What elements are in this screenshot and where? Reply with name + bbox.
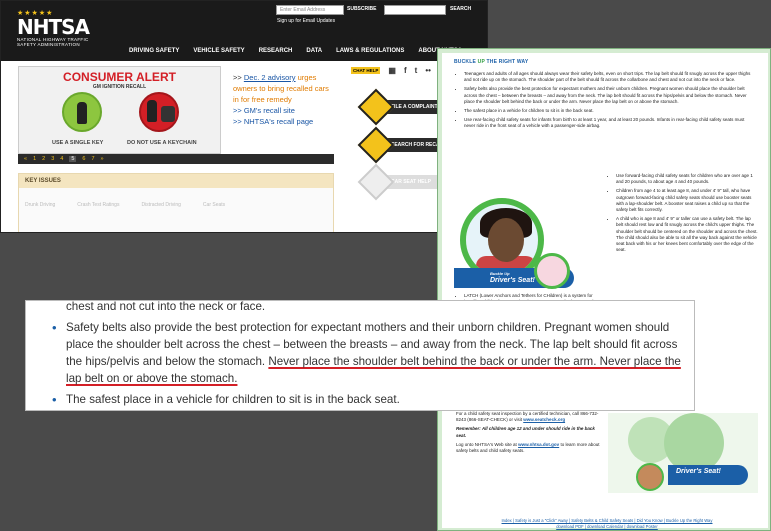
next-line-text: The safest place in a vehicle for childr… [66,393,400,406]
list-item: A child who is age 8 and 4' 9" or taller… [616,216,758,253]
key-issues-tabs: Drunk Driving Crash Test Ratings Distrac… [19,188,333,222]
keychain-label: DO NOT USE A KEYCHAIN [127,140,197,146]
pager-2[interactable]: 2 [42,156,45,162]
small-child-photo [534,253,570,289]
nav-research[interactable]: RESEARCH [259,48,293,54]
next-line: • The safest place in a vehicle for chil… [52,391,694,408]
tab-crash-test-ratings[interactable]: Crash Test Ratings [77,202,119,208]
search-button[interactable]: SEARCH [450,6,471,12]
banner-small: Buckle Up [490,271,510,276]
website-text: Log onto NHTSA's Web site at [456,441,517,447]
consumer-alert-subtitle: GM IGNITION RECALL [92,84,147,90]
advisory-line: >> Dec. 2 advisory urges owners to bring… [233,72,333,105]
list-item: Children from age 4 to at least age 8, a… [616,188,758,213]
title-buckle: BUCKLE [454,59,477,65]
twitter-icon[interactable]: t [415,66,418,75]
buckle-up-document-panel: BUCKLE UP THE RIGHT WAY Teenagers and ad… [437,48,771,531]
car-icon [357,88,395,126]
logo-name: NHTSA [17,15,90,39]
gm-recall-link[interactable]: >> GM's recall site [233,105,333,116]
single-key-label: USE A SINGLE KEY [52,140,104,146]
keychain-icon [139,92,179,132]
nhtsa-website-panel: ★★★★★ NHTSA NATIONAL HIGHWAY TRAFFIC SAF… [0,0,488,233]
tab-car-seats[interactable]: Car Seats [203,202,225,208]
main-nav: DRIVING SAFETY VEHICLE SAFETY RESEARCH D… [129,48,462,54]
banner-text: Buckle Up Driver's Seat! [490,270,535,284]
subscribe-button[interactable]: SUBSCRIBE [347,6,376,12]
key-issues-panel: KEY ISSUES Drunk Driving Crash Test Rati… [18,173,334,232]
tab-distracted-driving[interactable]: Distracted Driving [141,202,180,208]
list-item: Teenagers and adults of all ages should … [464,71,756,83]
car-icon [357,126,395,164]
search-input[interactable] [384,5,446,15]
list-item: The safest place in a vehicle for childr… [464,108,756,114]
document-title: BUCKLE UP THE RIGHT WAY [454,59,528,65]
nhtsa-logo[interactable]: ★★★★★ NHTSA NATIONAL HIGHWAY TRAFFIC SAF… [17,9,90,47]
right-bullet-list: Use forward-facing child safety seats fo… [608,173,758,256]
pager-1[interactable]: 1 [33,156,36,162]
consumer-alert-banner[interactable]: CONSUMER ALERT GM IGNITION RECALL USE A … [18,66,221,154]
pager-prev[interactable]: « [24,156,27,162]
list-item: Safety belts also provide the best prote… [464,86,756,105]
zoomed-excerpt-panel: chest and not cut into the neck or face.… [25,300,695,411]
pager-7[interactable]: 7 [91,156,94,162]
list-item: Use rear-facing child safety seats for i… [464,117,756,129]
tab-drunk-driving[interactable]: Drunk Driving [25,202,55,208]
pager-6[interactable]: 6 [82,156,85,162]
facebook-icon[interactable]: f [404,66,407,75]
nav-laws-regulations[interactable]: LAWS & REGULATIONS [336,48,404,54]
nhtsa-recall-link[interactable]: >> NHTSA's recall page [233,116,333,127]
pager-4[interactable]: 4 [60,156,63,162]
site-header: ★★★★★ NHTSA NATIONAL HIGHWAY TRAFFIC SAF… [1,1,487,61]
advisory-link[interactable]: Dec. 2 advisory [244,73,296,82]
nav-driving-safety[interactable]: DRIVING SAFETY [129,48,179,54]
seatcheck-link[interactable]: www.seatcheck.org [523,417,565,422]
list-item: Use forward-facing child safety seats fo… [616,173,758,185]
lower-banner-text: Driver's Seat! [668,465,748,485]
document-footer-links: Index | Safety is Just a "Click" Away | … [452,518,762,530]
single-key-icon [62,92,102,132]
bullet-icon: • [52,392,57,407]
lower-bullet-list: For a child safety seat inspection by a … [456,411,606,457]
zoomed-text: chest and not cut into the neck or face.… [52,300,694,408]
title-up: UP [477,59,485,65]
nhtsa-link[interactable]: www.nhtsa.dot.gov [518,442,559,447]
previous-line: chest and not cut into the neck or face. [66,300,266,313]
signup-link[interactable]: Sign up for Email Updates [277,18,335,24]
pregnant-women-bullet: • Safety belts also provide the best pro… [52,319,694,387]
email-input[interactable]: Enter Email Address [276,5,344,15]
nav-data[interactable]: DATA [306,48,322,54]
chat-help-button[interactable]: CHAT HELP [351,67,381,74]
blog-icon[interactable]: ▦ [388,66,396,75]
nav-vehicle-safety[interactable]: VEHICLE SAFETY [193,48,244,54]
remember-note: Remember: All children age 12 and under … [456,426,595,438]
advisory-arrow: >> [233,73,242,82]
lower-illustration: Driver's Seat! [608,413,758,493]
logo-sub-2: SAFETY ADMINISTRATION [17,42,80,47]
list-item: Log onto NHTSA's Web site at www.nhtsa.d… [456,442,606,454]
car-seat-icon [357,163,395,201]
pager-5[interactable]: 5 [69,156,77,162]
banner-big: Driver's Seat! [490,277,535,284]
carousel-pager: « 1 2 3 4 5 6 7 » [18,154,334,164]
list-item: For a child safety seat inspection by a … [456,411,606,423]
pager-next[interactable]: » [101,156,104,162]
social-bar: CHAT HELP ▦ f t •• [351,66,431,75]
footer-links-line-2[interactable]: download PDF | download Calendar | downl… [452,524,762,530]
pager-3[interactable]: 3 [51,156,54,162]
alert-links: >> Dec. 2 advisory urges owners to bring… [233,72,333,127]
key-issues-title: KEY ISSUES [19,174,333,188]
document-page: BUCKLE UP THE RIGHT WAY Teenagers and ad… [442,53,768,530]
title-right-way: THE RIGHT WAY [486,59,529,65]
consumer-alert-title: CONSUMER ALERT [63,70,176,84]
bullet-icon: • [52,320,57,335]
flickr-icon[interactable]: •• [425,66,431,75]
top-bullet-list: Teenagers and adults of all ages should … [456,71,756,133]
